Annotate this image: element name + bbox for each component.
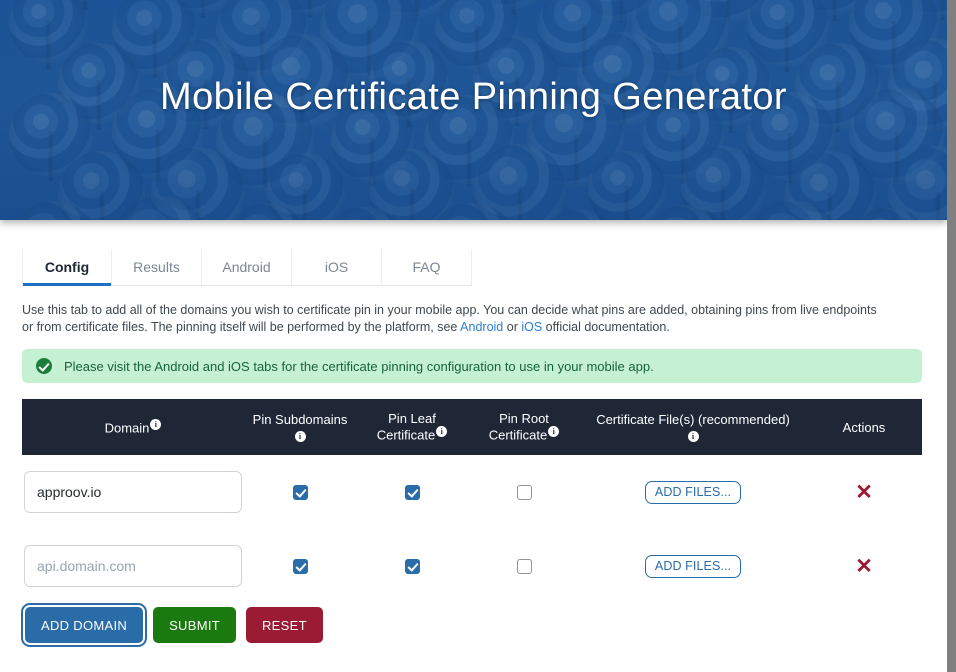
tab-ios[interactable]: iOS <box>292 250 382 285</box>
pin-leaf-checkbox[interactable] <box>404 484 420 500</box>
add-files-button[interactable]: ADD FILES... <box>644 554 742 578</box>
pin-subdomains-checkbox[interactable] <box>292 484 308 500</box>
tab-faq[interactable]: FAQ <box>382 250 472 285</box>
actions-cell: ✕ <box>806 556 922 577</box>
pin-subdomains-cell <box>244 484 356 500</box>
column-header-domain-label: Domain <box>104 420 150 436</box>
column-header-pin-leaf: Pin Leaf Certificate i <box>356 411 468 443</box>
table-header-row: Domain i Pin Subdomains i Pin Leaf Certific… <box>22 399 922 455</box>
tab-results[interactable]: Results <box>112 250 202 285</box>
table-row: ADD FILES... ✕ <box>22 529 922 603</box>
tab-ios-label: iOS <box>324 259 349 275</box>
vertical-scrollbar[interactable] <box>947 0 956 672</box>
pin-root-checkbox[interactable] <box>516 484 532 500</box>
column-header-actions-label: Actions <box>842 419 886 435</box>
info-alert: Please visit the Android and iOS tabs fo… <box>22 349 922 383</box>
tab-android[interactable]: Android <box>202 250 292 285</box>
domains-table: Domain i Pin Subdomains i Pin Leaf Certific… <box>22 399 922 603</box>
delete-row-icon[interactable]: ✕ <box>855 482 873 503</box>
domain-input[interactable] <box>24 471 242 513</box>
reset-button[interactable]: RESET <box>245 607 323 643</box>
tab-bar: Config Results Android iOS FAQ <box>22 250 472 286</box>
domain-cell <box>22 545 244 587</box>
column-header-pin-subdomains: Pin Subdomains i <box>244 412 356 442</box>
tab-results-label: Results <box>133 259 180 275</box>
tab-config-label: Config <box>44 259 90 275</box>
delete-row-icon[interactable]: ✕ <box>855 556 873 577</box>
ios-docs-link[interactable]: iOS <box>521 320 542 334</box>
certificate-files-cell: ADD FILES... <box>580 480 806 504</box>
domain-cell <box>22 471 244 513</box>
domain-input[interactable] <box>24 545 242 587</box>
tab-android-label: Android <box>222 259 271 275</box>
alert-message: Please visit the Android and iOS tabs fo… <box>64 358 654 374</box>
actions-cell: ✕ <box>806 482 922 503</box>
pin-subdomains-cell <box>244 558 356 574</box>
check-circle-icon <box>36 358 52 374</box>
page-title: Mobile Certificate Pinning Generator <box>160 76 787 118</box>
description-text-part2: official documentation. <box>542 319 670 334</box>
hero-banner: Mobile Certificate Pinning Generator <box>0 0 947 220</box>
info-icon-pin-subdomains[interactable]: i <box>294 431 306 442</box>
tab-config[interactable]: Config <box>22 250 112 286</box>
column-header-pin-subdomains-label: Pin Subdomains <box>252 412 348 427</box>
column-header-certificate-files-label: Certificate File(s) (recommended) <box>596 412 790 427</box>
pin-leaf-cell <box>356 558 468 574</box>
pin-leaf-cell <box>356 484 468 500</box>
tab-faq-label: FAQ <box>412 259 441 275</box>
pin-leaf-checkbox[interactable] <box>404 558 420 574</box>
pin-subdomains-checkbox[interactable] <box>292 558 308 574</box>
page-root: Mobile Certificate Pinning Generator Con… <box>0 0 947 672</box>
column-header-domain: Domain i <box>22 418 244 436</box>
tab-description: Use this tab to add all of the domains y… <box>22 302 888 335</box>
form-actions: ADD DOMAIN SUBMIT RESET <box>22 607 947 643</box>
add-domain-button[interactable]: ADD DOMAIN <box>25 607 144 643</box>
column-header-pin-root: Pin Root Certificate i <box>468 411 580 443</box>
info-icon-pin-leaf[interactable]: i <box>436 426 448 438</box>
column-header-certificate-files: Certificate File(s) (recommended) i <box>580 412 806 442</box>
add-files-button[interactable]: ADD FILES... <box>644 480 742 504</box>
info-icon-certificate-files[interactable]: i <box>687 431 699 442</box>
pin-root-cell <box>468 558 580 574</box>
info-icon-pin-root[interactable]: i <box>548 426 560 438</box>
description-text-mid: or <box>503 319 522 334</box>
android-docs-link[interactable]: Android <box>460 320 503 334</box>
main-content: Config Results Android iOS FAQ Use this … <box>0 250 947 643</box>
column-header-actions: Actions <box>806 420 922 435</box>
table-row: ADD FILES... ✕ <box>22 455 922 529</box>
certificate-files-cell: ADD FILES... <box>580 554 806 578</box>
submit-button[interactable]: SUBMIT <box>153 607 236 643</box>
pin-root-checkbox[interactable] <box>516 558 532 574</box>
description-text-part1: Use this tab to add all of the domains y… <box>22 303 877 334</box>
pin-root-cell <box>468 484 580 500</box>
info-icon-domain[interactable]: i <box>150 418 162 430</box>
